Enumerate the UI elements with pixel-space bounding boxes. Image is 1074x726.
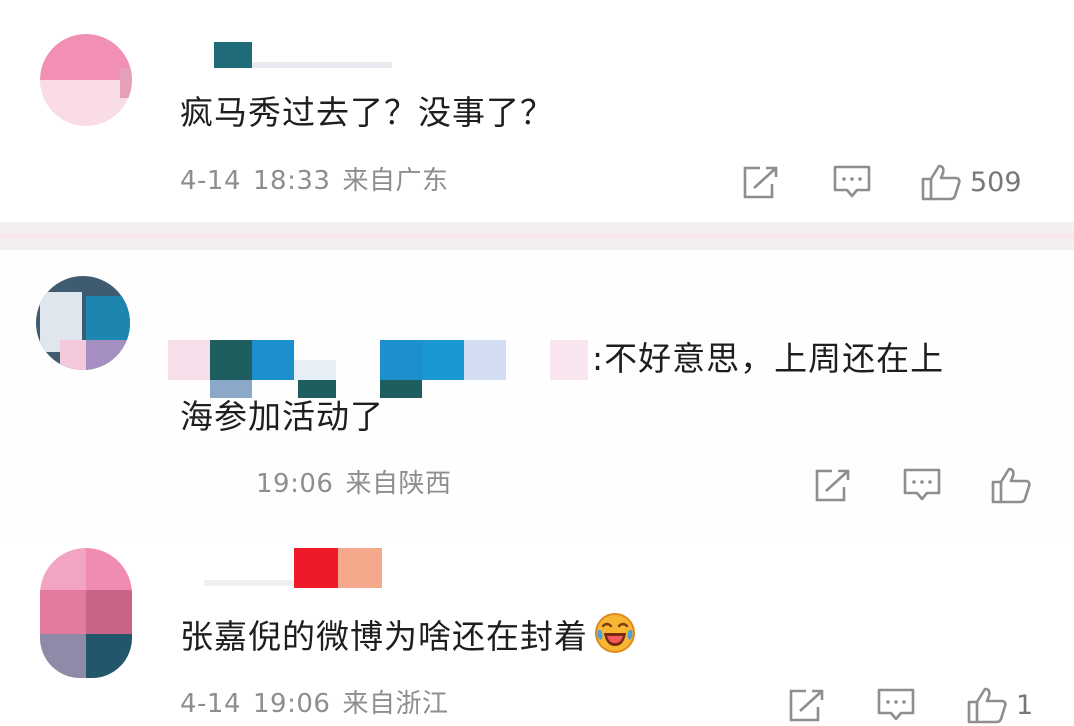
share-icon bbox=[743, 166, 778, 199]
comment-item: 张嘉倪的微博为啥还在封着 4-14 19:06 来自浙江 1 bbox=[0, 540, 1074, 726]
comment-icon bbox=[877, 688, 915, 721]
username-redacted[interactable] bbox=[204, 40, 394, 72]
share-icon bbox=[789, 689, 824, 722]
reply-button[interactable] bbox=[832, 162, 872, 202]
comment-item: 疯马秀过去了？没事了？ 4-14 18:33 来自广东 509 bbox=[0, 0, 1074, 222]
comment-location: 来自广东 bbox=[342, 166, 449, 196]
laughing-crying-emoji-icon bbox=[595, 613, 635, 653]
comment-text: 疯马秀过去了？没事了？ bbox=[180, 93, 554, 132]
share-icon bbox=[815, 469, 850, 502]
reply-button[interactable] bbox=[902, 465, 942, 505]
comment-actions bbox=[812, 465, 1052, 505]
share-button[interactable] bbox=[740, 162, 780, 202]
username-redacted[interactable] bbox=[204, 548, 384, 588]
comment-meta: 4-14 19:06 来自浙江 bbox=[180, 688, 460, 720]
comment-icon bbox=[903, 468, 941, 501]
avatar[interactable] bbox=[40, 548, 132, 678]
thumbs-up-icon bbox=[991, 467, 1031, 504]
comment-actions: 1 bbox=[786, 685, 1056, 725]
comment-text-body: 张嘉倪的微博为啥还在封着 bbox=[180, 617, 588, 656]
comment-location: 来自浙江 bbox=[342, 689, 449, 719]
comment-date: 4-14 bbox=[180, 166, 242, 196]
like-button[interactable]: 509 bbox=[920, 162, 1022, 202]
comment-actions: 509 bbox=[740, 162, 1040, 202]
share-button[interactable] bbox=[786, 685, 826, 725]
like-count: 509 bbox=[970, 166, 1022, 198]
comment-list: 疯马秀过去了？没事了？ 4-14 18:33 来自广东 509:不好意思，上周… bbox=[0, 0, 1074, 726]
thumbs-up-icon bbox=[921, 164, 961, 201]
like-button[interactable] bbox=[990, 465, 1032, 505]
comment-icon bbox=[833, 165, 871, 198]
share-button[interactable] bbox=[812, 465, 852, 505]
comment-time: 19:06 bbox=[256, 469, 334, 499]
comment-meta: 19:06 来自陕西 bbox=[256, 468, 463, 500]
avatar[interactable] bbox=[40, 34, 132, 126]
comment-location: 来自陕西 bbox=[345, 469, 452, 499]
comment-text: 张嘉倪的微博为啥还在封着 bbox=[180, 606, 636, 668]
comment-time: 19:06 bbox=[253, 689, 331, 719]
comment-text-line-2: 海参加活动了 bbox=[180, 397, 384, 436]
like-button[interactable]: 1 bbox=[966, 685, 1033, 725]
comment-item: :不好意思，上周还在上 海参加活动了 19:06 来自陕西 bbox=[0, 250, 1074, 540]
thumbs-up-icon bbox=[967, 687, 1007, 724]
like-count: 1 bbox=[1016, 689, 1034, 721]
comment-divider bbox=[0, 222, 1074, 250]
comment-meta: 4-14 18:33 来自广东 bbox=[180, 165, 460, 197]
comment-time: 18:33 bbox=[253, 166, 331, 196]
avatar[interactable] bbox=[36, 276, 130, 370]
reply-button[interactable] bbox=[876, 685, 916, 725]
comment-text-line-1: :不好意思，上周还在上 bbox=[592, 339, 945, 378]
comment-date: 4-14 bbox=[180, 689, 242, 719]
